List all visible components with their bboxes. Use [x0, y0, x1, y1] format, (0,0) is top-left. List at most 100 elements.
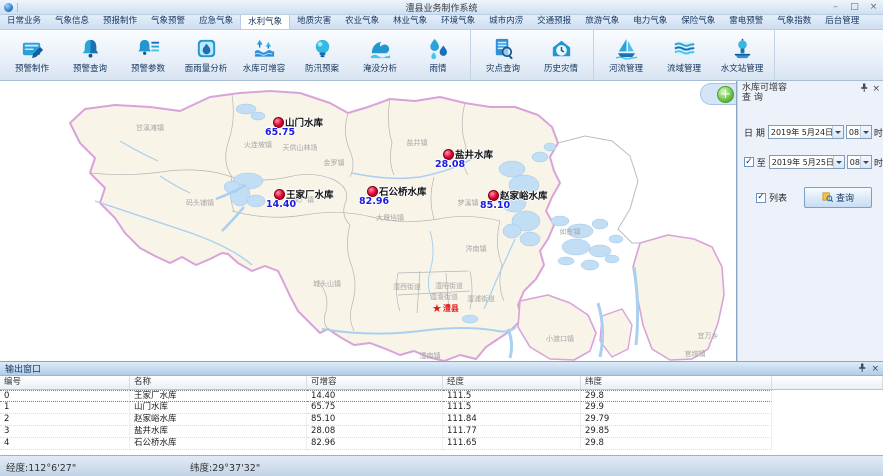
column-header-3[interactable]: 经度: [443, 376, 581, 389]
toolbar-button-label: 水文站管理: [721, 62, 764, 74]
menu-tab[interactable]: 农业气象: [338, 15, 386, 29]
menu-tab[interactable]: 预报制作: [96, 15, 144, 29]
table-row[interactable]: 3盐井水库28.08111.7729.85: [0, 426, 883, 438]
toolbar-button-basin-waves[interactable]: 流域管理: [655, 32, 713, 78]
map-zoom-in-button[interactable]: +: [717, 86, 734, 103]
table-cell: 82.96: [307, 438, 443, 450]
polder-xiaodukou: [518, 295, 596, 360]
to-label: 至: [757, 156, 766, 169]
list-checkbox[interactable]: ✓: [756, 193, 766, 203]
toolbar-button-label: 面雨量分析: [185, 62, 228, 74]
hour-from-combobox[interactable]: 08: [846, 125, 872, 139]
hour-to-combobox[interactable]: 08: [847, 155, 872, 169]
toolbar-button-label: 淹没分析: [363, 62, 397, 74]
maximize-button[interactable]: □: [845, 1, 864, 14]
menu-tab[interactable]: 雷电预警: [722, 15, 770, 29]
menu-tab[interactable]: 交通预报: [530, 15, 578, 29]
town-label: 大堰垱镇: [376, 213, 404, 223]
toolbar-button-rain-gauge[interactable]: 面雨量分析: [177, 32, 235, 78]
output-window-title: 输出窗口: [5, 362, 41, 375]
date-from-combobox[interactable]: 2019年 5月24日: [768, 125, 844, 139]
output-table-header: 编号名称可增容经度纬度: [0, 376, 883, 390]
date-label: 日 期: [744, 126, 765, 139]
toolbar-button-disaster-history[interactable]: 历史灾情: [532, 32, 590, 78]
toolbar-button-flood-bulb[interactable]: 防汛预案: [293, 32, 351, 78]
toolbar-button-alert-bell[interactable]: 预警查询: [61, 32, 119, 78]
column-header-4[interactable]: 纬度: [581, 376, 772, 389]
rain-gauge-icon: [194, 36, 219, 61]
menu-tab[interactable]: 气象预警: [144, 15, 192, 29]
table-cell: 3: [0, 426, 130, 438]
table-cell: 29.8: [581, 438, 772, 450]
menu-tab[interactable]: 日常业务: [0, 15, 48, 29]
menu-tab[interactable]: 保险气象: [674, 15, 722, 29]
table-cell: 29.79: [581, 414, 772, 426]
town-label: 金罗镇: [324, 158, 345, 168]
toolbar-button-flood-wave[interactable]: 淹没分析: [351, 32, 409, 78]
toolbar-button-alert-params[interactable]: 预警参数: [119, 32, 177, 78]
panel-close-icon[interactable]: ×: [871, 364, 879, 374]
menu-tab[interactable]: 环境气象: [434, 15, 482, 29]
pin-icon[interactable]: [860, 83, 868, 95]
table-row[interactable]: 4石公桥水库82.96111.6529.8: [0, 438, 883, 450]
table-cell: 14.40: [307, 390, 443, 402]
table-row[interactable]: 1山门水库65.75111.529.9: [0, 402, 883, 414]
toolbar-button-label: 灾点查询: [486, 62, 520, 74]
menu-tab[interactable]: 气象信息: [48, 15, 96, 29]
query-button[interactable]: 查询: [804, 187, 872, 208]
menu-tab[interactable]: 地质灾害: [290, 15, 338, 29]
town-label: 盐井镇: [407, 138, 428, 148]
menu-tab[interactable]: 后台管理: [818, 15, 866, 29]
menu-tab[interactable]: 旅游气象: [578, 15, 626, 29]
toolbar-button-raindrops[interactable]: 雨情: [409, 32, 467, 78]
table-cell: 65.75: [307, 402, 443, 414]
town-label: 梦溪镇: [458, 198, 479, 208]
chevron-down-icon[interactable]: [860, 156, 871, 168]
menu-tab[interactable]: 应急气象: [192, 15, 240, 29]
table-cell: 盐井水库: [130, 426, 307, 438]
panel-close-icon[interactable]: ×: [872, 85, 880, 93]
map-area[interactable]: + 甘溪滩镇火连坡镇天供山林场金罗镇盐井镇码头铺镇王家厂镇梦溪镇大堰垱镇涔南镇如…: [0, 81, 737, 361]
chevron-down-icon[interactable]: [860, 126, 871, 138]
chevron-down-icon[interactable]: [832, 126, 843, 138]
pin-icon[interactable]: [858, 363, 866, 375]
menu-tab[interactable]: 林业气象: [386, 15, 434, 29]
star-icon: ★: [432, 304, 442, 314]
alert-params-icon: [136, 36, 161, 61]
column-header-0[interactable]: 编号: [0, 376, 130, 389]
town-label: 宜万乡: [698, 331, 719, 341]
table-row[interactable]: 2赵家峪水库85.10111.8429.79: [0, 414, 883, 426]
menu-tab[interactable]: 气象指数: [770, 15, 818, 29]
toolbar-button-reservoir[interactable]: 水库可增容: [235, 32, 293, 78]
toolbar-button-disaster-search[interactable]: 灾点查询: [474, 32, 532, 78]
toolbar-button-alert-edit[interactable]: 预警制作: [3, 32, 61, 78]
menu-tab[interactable]: 城市内涝: [482, 15, 530, 29]
minimize-button[interactable]: –: [826, 1, 845, 14]
table-cell: 111.65: [443, 438, 581, 450]
menu-tab[interactable]: 电力气象: [626, 15, 674, 29]
chevron-down-icon[interactable]: [833, 156, 844, 168]
output-table-body: 0王家厂水库14.40111.529.81山门水库65.75111.529.92…: [0, 390, 883, 450]
toolbar-button-label: 预警参数: [131, 62, 165, 74]
toolbar-button-label: 雨情: [429, 62, 446, 74]
raindrops-icon: [426, 36, 451, 61]
menu-tab[interactable]: 水利气象: [240, 15, 290, 29]
toolbar-button-label: 流域管理: [667, 62, 701, 74]
toolbar-button-hydro-station[interactable]: 水文站管理: [713, 32, 771, 78]
table-row[interactable]: 0王家厂水库14.40111.529.8: [0, 390, 883, 402]
date-from-row: 日 期 2019年 5月24日 08 时: [744, 125, 883, 139]
hour-unit-label: 时: [874, 126, 883, 139]
toolbar-group: 灾点查询历史灾情: [471, 30, 594, 80]
column-header-2[interactable]: 可增容: [307, 376, 443, 389]
town-label: 澧阳街道: [435, 281, 463, 291]
to-date-checkbox[interactable]: ✓: [744, 157, 754, 167]
column-header-1[interactable]: 名称: [130, 376, 307, 389]
town-label: 城头山镇: [313, 279, 341, 289]
window-controls: – □ ×: [826, 1, 883, 14]
toolbar-button-river-boat[interactable]: 河流管理: [597, 32, 655, 78]
table-cell: 0: [0, 390, 130, 402]
close-button[interactable]: ×: [864, 1, 883, 14]
table-cell: 石公桥水库: [130, 438, 307, 450]
date-to-combobox[interactable]: 2019年 5月25日: [769, 155, 845, 169]
county-map-canvas[interactable]: [0, 81, 736, 361]
